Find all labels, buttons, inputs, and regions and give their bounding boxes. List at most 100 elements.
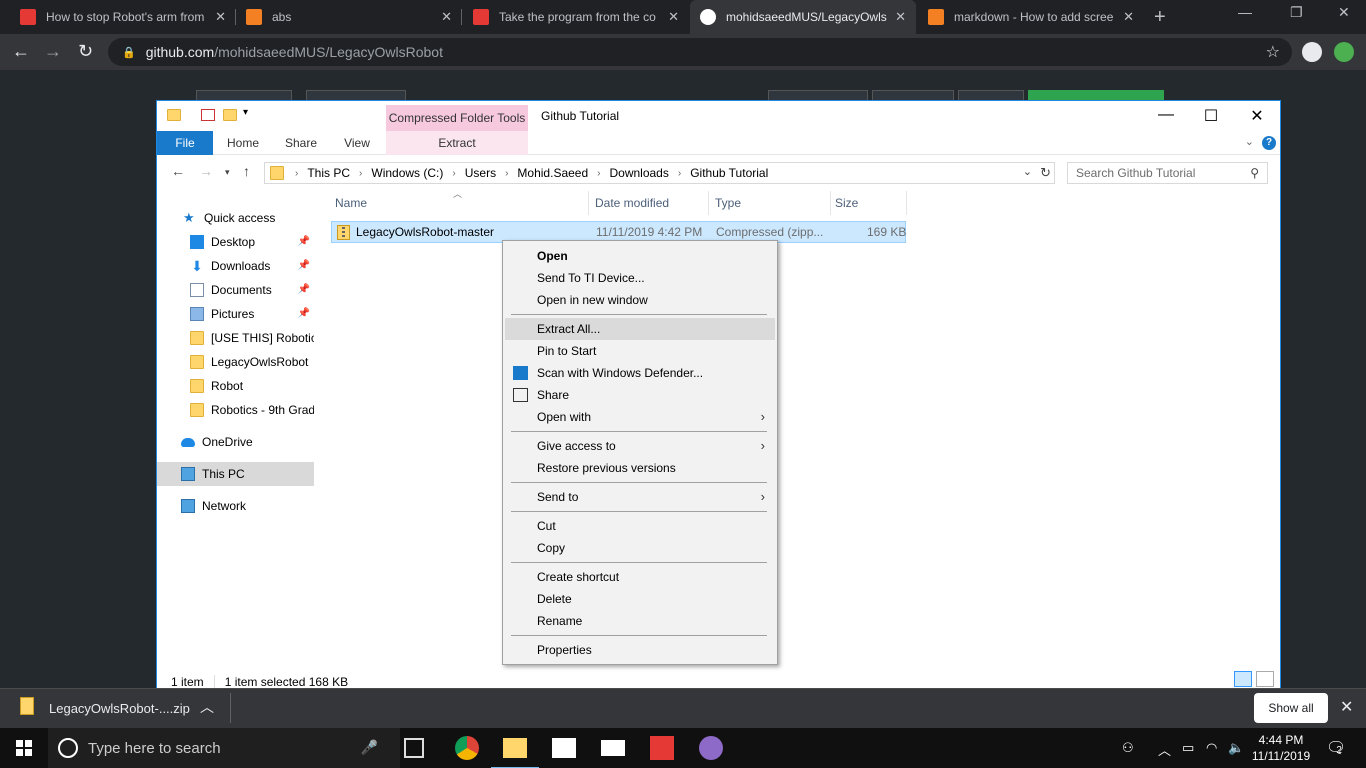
column-date-modified[interactable]: Date modified — [591, 191, 709, 215]
microphone-icon[interactable]: 🎤 — [361, 739, 378, 756]
browser-tab[interactable]: Take the program from the co ✕ — [463, 0, 689, 34]
menu-delete[interactable]: Delete — [505, 588, 775, 610]
show-all-button[interactable]: Show all — [1254, 693, 1328, 723]
menu-open-new-window[interactable]: Open in new window — [505, 289, 775, 311]
close-tab-icon[interactable]: ✕ — [215, 9, 226, 25]
customize-qa-icon[interactable]: ▾ — [243, 107, 257, 119]
breadcrumb-github-tutorial[interactable]: Github Tutorial — [690, 166, 768, 180]
update-icon[interactable] — [1334, 42, 1354, 62]
battery-icon[interactable]: ▭ — [1182, 740, 1194, 756]
menu-send-to[interactable]: Send to › — [505, 486, 775, 508]
taskbar-search-input[interactable]: Type here to search 🎤 — [48, 728, 400, 768]
close-icon[interactable]: ✕ — [1234, 106, 1280, 126]
close-tab-icon[interactable]: ✕ — [1123, 9, 1134, 25]
clock[interactable]: 4:44 PM 11/11/2019 — [1248, 732, 1314, 764]
maximize-icon[interactable]: ☐ — [1188, 106, 1234, 126]
chevron-down-icon[interactable]: ⌄ — [1245, 135, 1254, 148]
search-input[interactable]: Search Github Tutorial ⚲ — [1067, 162, 1268, 184]
tab-extract[interactable]: Extract — [386, 131, 528, 155]
store-icon[interactable] — [552, 738, 576, 758]
back-icon[interactable]: ← — [171, 163, 185, 179]
menu-open-with[interactable]: Open with › — [505, 406, 775, 428]
nav-downloads[interactable]: ⬇ Downloads 📌 — [157, 254, 314, 278]
breadcrumb-downloads[interactable]: Downloads — [609, 166, 668, 180]
notification-center-icon[interactable]: 🗨2 — [1326, 738, 1346, 758]
tab-share[interactable]: Share — [275, 131, 327, 155]
up-icon[interactable]: ↑ — [243, 163, 250, 179]
menu-cut[interactable]: Cut — [505, 515, 775, 537]
breadcrumb-this-pc[interactable]: This PC — [307, 166, 350, 180]
minimize-icon[interactable]: — — [1143, 106, 1189, 124]
close-icon[interactable]: ✕ — [1340, 697, 1353, 717]
menu-open[interactable]: Open — [505, 245, 775, 267]
download-item[interactable]: LegacyOwlsRobot-....zip — [49, 701, 190, 716]
browser-tab-active[interactable]: mohidsaeedMUS/LegacyOwlsR ✕ — [690, 0, 916, 34]
browser-tab[interactable]: How to stop Robot's arm from ✕ — [10, 0, 236, 34]
browser-tab[interactable]: abs ✕ — [236, 0, 462, 34]
nav-folder[interactable]: Robot — [157, 374, 314, 398]
tab-file[interactable]: File — [157, 131, 213, 155]
nav-folder[interactable]: Robotics - 9th Grad — [157, 398, 314, 422]
menu-create-shortcut[interactable]: Create shortcut — [505, 566, 775, 588]
menu-properties[interactable]: Properties — [505, 639, 775, 661]
windows-start-icon[interactable] — [16, 740, 32, 756]
help-icon[interactable]: ? — [1262, 136, 1276, 150]
nav-pictures[interactable]: Pictures 📌 — [157, 302, 314, 326]
menu-restore-versions[interactable]: Restore previous versions — [505, 457, 775, 479]
task-view-icon[interactable] — [404, 738, 424, 758]
file-explorer-icon[interactable] — [491, 738, 539, 768]
nav-documents[interactable]: Documents 📌 — [157, 278, 314, 302]
menu-copy[interactable]: Copy — [505, 537, 775, 559]
reload-icon[interactable]: ↻ — [78, 41, 93, 62]
close-icon[interactable]: ✕ — [1338, 4, 1350, 21]
recent-locations-icon[interactable]: ▾ — [225, 167, 230, 178]
restore-icon[interactable]: ❐ — [1290, 4, 1303, 21]
breadcrumb-user[interactable]: Mohid.Saeed — [517, 166, 588, 180]
nav-this-pc[interactable]: This PC — [157, 462, 314, 486]
column-type[interactable]: Type — [711, 191, 831, 215]
column-name[interactable]: Name — [331, 191, 589, 215]
menu-extract-all[interactable]: Extract All... — [505, 318, 775, 340]
nav-folder[interactable]: [USE THIS] Robotics — [157, 326, 314, 350]
tab-home[interactable]: Home — [217, 131, 269, 155]
menu-give-access[interactable]: Give access to › — [505, 435, 775, 457]
forward-icon[interactable]: → — [199, 163, 213, 179]
github-desktop-icon[interactable] — [699, 736, 723, 760]
new-folder-icon[interactable] — [223, 109, 237, 121]
wifi-icon[interactable]: ◠ — [1206, 740, 1217, 756]
properties-icon[interactable] — [201, 109, 215, 121]
menu-share[interactable]: Share — [505, 384, 775, 406]
close-tab-icon[interactable]: ✕ — [668, 9, 679, 25]
menu-pin-to-start[interactable]: Pin to Start — [505, 340, 775, 362]
back-icon[interactable]: ← — [12, 41, 30, 62]
address-breadcrumb[interactable]: › This PC › Windows (C:) › Users › Mohid… — [264, 162, 1055, 184]
close-tab-icon[interactable]: ✕ — [441, 9, 452, 25]
nav-folder[interactable]: LegacyOwlsRobot — [157, 350, 314, 374]
minimize-icon[interactable]: — — [1238, 4, 1252, 20]
nav-quick-access[interactable]: ★ Quick access — [157, 206, 314, 230]
chevron-up-icon[interactable]: ︿ — [200, 697, 214, 717]
address-bar[interactable]: 🔒 github.com/mohidsaeedMUS/LegacyOwlsRob… — [108, 38, 1292, 66]
bookmark-star-icon[interactable]: ☆ — [1266, 42, 1280, 62]
menu-send-to-ti[interactable]: Send To TI Device... — [505, 267, 775, 289]
large-icons-view-icon[interactable] — [1256, 671, 1274, 687]
refresh-icon[interactable]: ↻ — [1040, 165, 1051, 181]
forward-icon[interactable]: → — [44, 41, 62, 62]
nav-network[interactable]: Network — [157, 494, 314, 518]
profile-avatar-icon[interactable] — [1302, 42, 1322, 62]
chevron-down-icon[interactable]: ⌄ — [1023, 165, 1032, 178]
breadcrumb-users[interactable]: Users — [465, 166, 496, 180]
tab-view[interactable]: View — [331, 131, 383, 155]
browser-tab[interactable]: markdown - How to add scree ✕ — [918, 0, 1144, 34]
chrome-icon[interactable] — [455, 736, 479, 760]
column-size[interactable]: Size — [831, 191, 907, 215]
nav-onedrive[interactable]: OneDrive — [157, 430, 314, 454]
menu-scan-defender[interactable]: Scan with Windows Defender... — [505, 362, 775, 384]
people-icon[interactable]: ⚇ — [1122, 740, 1134, 756]
menu-rename[interactable]: Rename — [505, 610, 775, 632]
new-tab-icon[interactable]: + — [1154, 6, 1166, 29]
details-view-icon[interactable] — [1234, 671, 1252, 687]
nav-desktop[interactable]: Desktop 📌 — [157, 230, 314, 254]
chevron-up-icon[interactable]: ︿ — [1158, 740, 1171, 759]
volume-icon[interactable]: 🔈 — [1228, 740, 1244, 756]
